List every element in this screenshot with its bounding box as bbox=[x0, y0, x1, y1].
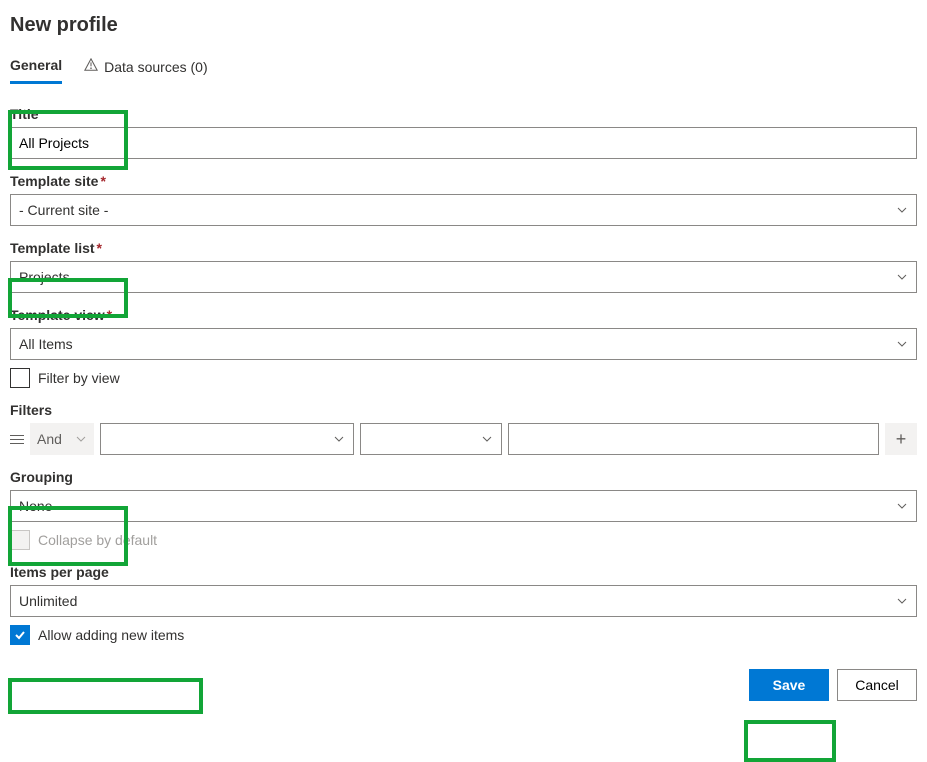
tab-general[interactable]: General bbox=[10, 51, 62, 84]
chevron-down-icon bbox=[481, 433, 493, 445]
page-title: New profile bbox=[10, 14, 917, 37]
allow-add-checkbox[interactable] bbox=[10, 625, 30, 645]
tab-data-sources[interactable]: Data sources (0) bbox=[84, 51, 207, 84]
plus-icon: + bbox=[896, 429, 907, 450]
title-input[interactable] bbox=[10, 127, 917, 159]
allow-add-label: Allow adding new items bbox=[38, 627, 184, 643]
form-container: New profile General Data sources (0) Tit… bbox=[10, 14, 917, 701]
template-view-select[interactable]: All Items bbox=[10, 328, 917, 360]
drag-handle-icon[interactable] bbox=[10, 435, 24, 444]
grouping-label: Grouping bbox=[10, 469, 917, 485]
filter-add-button[interactable]: + bbox=[885, 423, 917, 455]
required-asterisk: * bbox=[100, 173, 105, 189]
template-list-group: Template list* Projects bbox=[10, 240, 917, 293]
tab-data-sources-label: Data sources (0) bbox=[104, 59, 207, 75]
template-site-value: - Current site - bbox=[19, 202, 108, 218]
filter-by-view-row: Filter by view bbox=[10, 368, 917, 388]
collapse-checkbox bbox=[10, 530, 30, 550]
chevron-down-icon bbox=[896, 500, 908, 512]
title-group: Title bbox=[10, 106, 917, 159]
template-view-group: Template view* All Items Filter by view bbox=[10, 307, 917, 388]
filter-by-view-label: Filter by view bbox=[38, 370, 120, 386]
template-list-label: Template list* bbox=[10, 240, 917, 256]
chevron-down-icon bbox=[75, 433, 87, 445]
filter-by-view-checkbox[interactable] bbox=[10, 368, 30, 388]
chevron-down-icon bbox=[896, 271, 908, 283]
items-per-page-value: Unlimited bbox=[19, 593, 77, 609]
title-label: Title bbox=[10, 106, 917, 122]
template-list-select[interactable]: Projects bbox=[10, 261, 917, 293]
template-site-select[interactable]: - Current site - bbox=[10, 194, 917, 226]
template-site-label: Template site* bbox=[10, 173, 917, 189]
required-asterisk: * bbox=[97, 240, 102, 256]
template-view-value: All Items bbox=[19, 336, 73, 352]
filters-group: Filters And + bbox=[10, 402, 917, 455]
allow-add-row: Allow adding new items bbox=[10, 625, 917, 645]
chevron-down-icon bbox=[333, 433, 345, 445]
chevron-down-icon bbox=[896, 204, 908, 216]
filters-label: Filters bbox=[10, 402, 917, 418]
cancel-button[interactable]: Cancel bbox=[837, 669, 917, 701]
grouping-select[interactable]: None bbox=[10, 490, 917, 522]
footer: Save Cancel bbox=[10, 669, 917, 701]
collapse-label: Collapse by default bbox=[38, 532, 157, 548]
items-per-page-label: Items per page bbox=[10, 564, 917, 580]
chevron-down-icon bbox=[896, 338, 908, 350]
grouping-value: None bbox=[19, 498, 52, 514]
filter-row: And + bbox=[10, 423, 917, 455]
tab-general-label: General bbox=[10, 57, 62, 73]
highlight-box bbox=[744, 720, 836, 762]
warning-icon bbox=[84, 58, 98, 75]
filter-logic-select[interactable]: And bbox=[30, 423, 94, 455]
filter-logic-value: And bbox=[37, 431, 62, 447]
filter-value-input[interactable] bbox=[508, 423, 879, 455]
template-site-group: Template site* - Current site - bbox=[10, 173, 917, 226]
filter-operator-select[interactable] bbox=[360, 423, 502, 455]
template-view-label: Template view* bbox=[10, 307, 917, 323]
template-list-value: Projects bbox=[19, 269, 70, 285]
chevron-down-icon bbox=[896, 595, 908, 607]
items-per-page-select[interactable]: Unlimited bbox=[10, 585, 917, 617]
tabs: General Data sources (0) bbox=[10, 51, 917, 84]
save-button[interactable]: Save bbox=[749, 669, 829, 701]
required-asterisk: * bbox=[107, 307, 112, 323]
filter-field-select[interactable] bbox=[100, 423, 354, 455]
items-per-page-group: Items per page Unlimited Allow adding ne… bbox=[10, 564, 917, 645]
collapse-row: Collapse by default bbox=[10, 530, 917, 550]
grouping-group: Grouping None Collapse by default bbox=[10, 469, 917, 550]
